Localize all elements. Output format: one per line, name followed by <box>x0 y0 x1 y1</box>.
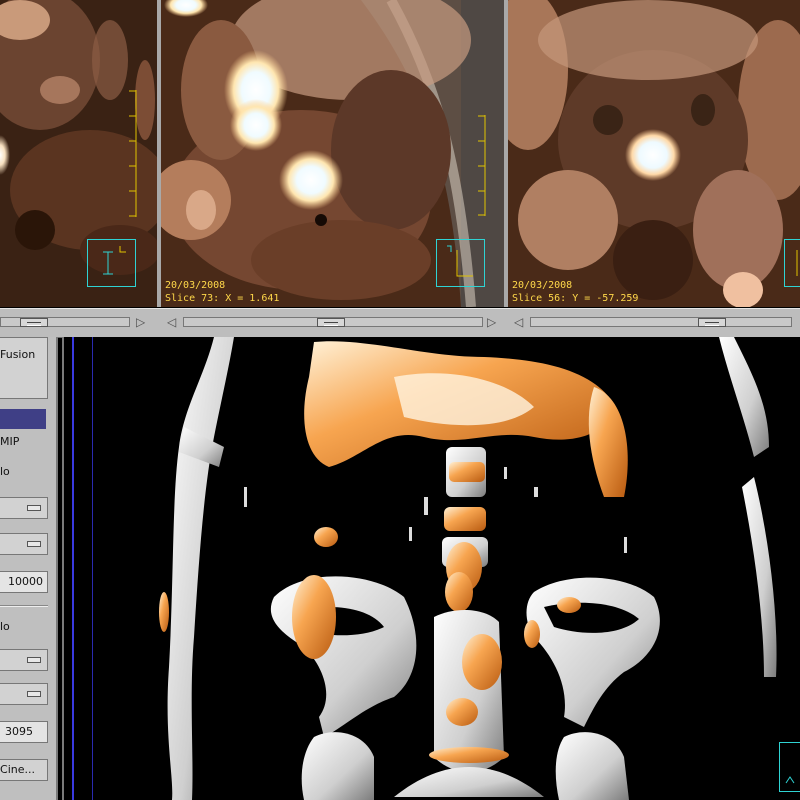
scrollbar-thumb[interactable] <box>20 318 48 327</box>
dropdown-4[interactable] <box>0 683 48 705</box>
scan-date: 20/03/2008 <box>165 280 226 291</box>
ct-pet-image-coronal <box>508 0 800 307</box>
viewport-left[interactable] <box>0 0 157 307</box>
scrollbar-coronal[interactable]: ◁ <box>508 308 800 338</box>
value-text: 10000 <box>8 575 43 588</box>
dropdown-indicator-icon <box>27 657 41 663</box>
scrollbar-sagittal[interactable]: ◁ ▷ <box>157 308 508 338</box>
dropdown-1[interactable] <box>0 497 48 519</box>
option-label: lo <box>0 620 10 633</box>
fusion-button[interactable]: Fusion <box>0 337 48 399</box>
scrollbar-thumb[interactable] <box>698 318 726 327</box>
scale-ruler <box>478 115 486 216</box>
left-arrow-icon[interactable]: ◁ <box>514 315 523 329</box>
divider <box>0 605 48 607</box>
selected-mode-bar[interactable] <box>0 409 46 429</box>
slice-info: Slice 56: Y = -57.259 <box>512 293 639 304</box>
fusion-label: Fusion <box>0 348 36 361</box>
orientation-icon[interactable] <box>87 239 136 287</box>
orientation-icon[interactable] <box>436 239 485 287</box>
scale-ruler <box>129 90 137 217</box>
left-arrow-icon[interactable]: ◁ <box>167 315 176 329</box>
volume-render-image <box>159 337 777 800</box>
mip-label[interactable]: MIP <box>0 435 19 448</box>
value-text: 3095 <box>5 725 33 738</box>
viewport-3d-render[interactable] <box>62 337 800 800</box>
cine-button[interactable]: Cine... <box>0 759 48 781</box>
option-label: lo <box>0 465 10 478</box>
value-field-2[interactable]: 3095 <box>0 721 48 743</box>
right-arrow-icon[interactable]: ▷ <box>487 315 496 329</box>
scan-date: 20/03/2008 <box>512 280 573 291</box>
orientation-icon[interactable] <box>779 742 800 792</box>
scrollbar-thumb[interactable] <box>317 318 345 327</box>
dropdown-indicator-icon <box>27 541 41 547</box>
scrollbar-track[interactable] <box>530 317 792 327</box>
control-panel: Fusion MIP lo 10000 lo 3095 Cine... <box>0 337 58 800</box>
dropdown-indicator-icon <box>27 505 41 511</box>
orientation-icon[interactable] <box>784 239 800 287</box>
scrollbar-left[interactable]: ▷ <box>0 308 157 338</box>
viewport-sagittal[interactable]: 20/03/2008 Slice 73: X = 1.641 <box>161 0 504 307</box>
right-arrow-icon[interactable]: ▷ <box>136 315 145 329</box>
dropdown-2[interactable] <box>0 533 48 555</box>
slice-info: Slice 73: X = 1.641 <box>165 293 280 304</box>
dropdown-3[interactable] <box>0 649 48 671</box>
value-field-1[interactable]: 10000 <box>0 571 48 593</box>
viewport-coronal[interactable]: 20/03/2008 Slice 56: Y = -57.259 <box>508 0 800 307</box>
cine-label: Cine... <box>0 763 35 776</box>
dropdown-indicator-icon <box>27 691 41 697</box>
